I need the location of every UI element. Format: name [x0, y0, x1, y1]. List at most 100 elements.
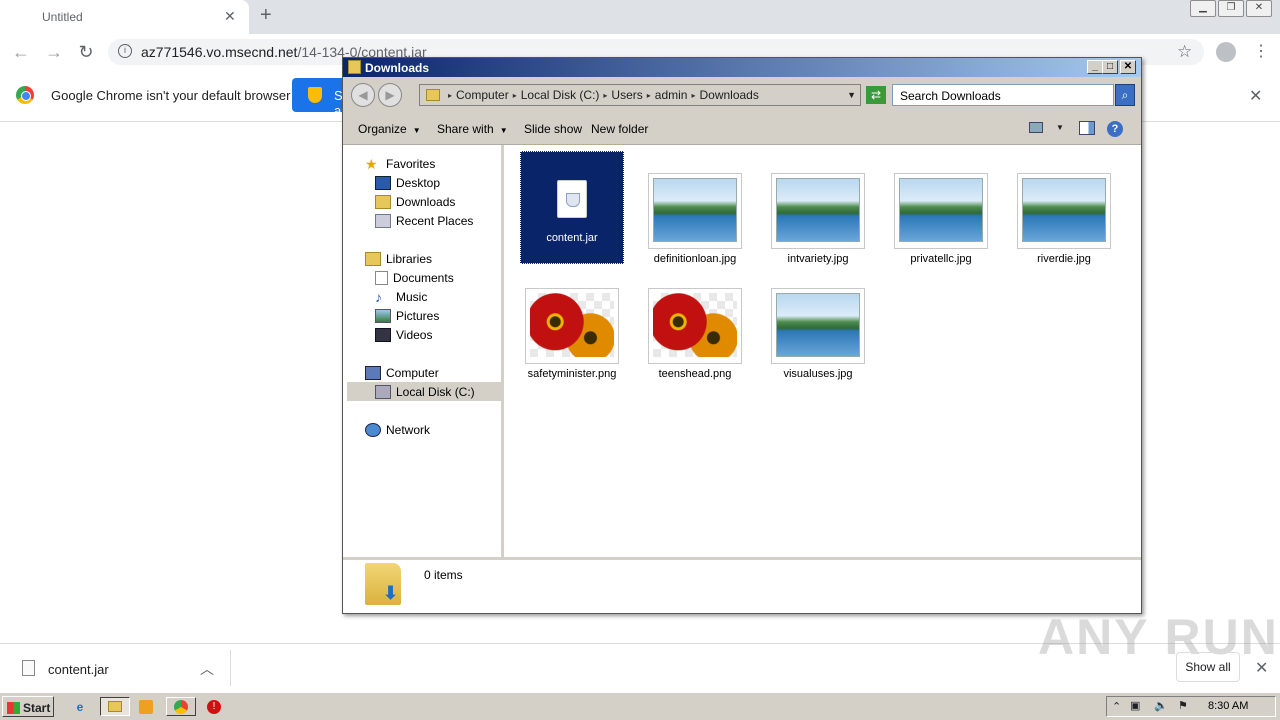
nav-computer[interactable]: Computer — [365, 363, 515, 382]
network-tray-icon[interactable]: ▣ — [1130, 699, 1140, 712]
breadcrumb-local-disk[interactable]: Local Disk (C:) — [521, 88, 600, 102]
nav-libraries[interactable]: Libraries — [365, 249, 515, 268]
nav-music[interactable]: ♪ Music — [375, 287, 525, 306]
chevron-right-icon[interactable]: ▸ — [448, 91, 452, 100]
back-arrow-icon[interactable]: ◀ — [351, 83, 375, 107]
chevron-down-icon[interactable]: ▼ — [1056, 123, 1064, 132]
documents-icon — [375, 270, 388, 285]
breadcrumb-computer[interactable]: Computer — [456, 88, 509, 102]
image-thumbnail — [525, 288, 619, 364]
landscape-image — [653, 178, 737, 242]
site-info-icon[interactable]: i — [118, 44, 132, 58]
chrome-logo-icon — [16, 86, 34, 104]
address-breadcrumb[interactable]: ▸ Computer ▸ Local Disk (C:) ▸ Users ▸ a… — [419, 84, 861, 106]
stop-icon[interactable]: ! — [204, 697, 224, 716]
new-tab-button[interactable]: + — [260, 4, 272, 27]
chevron-down-icon: ▼ — [412, 126, 421, 135]
landscape-image — [899, 178, 983, 242]
nav-recent-places[interactable]: Recent Places — [375, 211, 525, 230]
close-window-button[interactable]: ✕ — [1246, 0, 1272, 17]
menu-dots-icon[interactable]: ⋮ — [1253, 41, 1269, 61]
maximize-button[interactable]: □ — [1102, 60, 1118, 74]
refresh-icon[interactable]: ⇄ — [866, 86, 886, 104]
chevron-up-icon[interactable]: ︿ — [200, 659, 214, 679]
nav-label: Network — [386, 422, 431, 437]
nav-network[interactable]: Network — [365, 420, 515, 439]
tray-expand-icon[interactable]: ⌃ — [1112, 700, 1121, 713]
restore-button[interactable]: ❐ — [1218, 0, 1244, 17]
share-with-button[interactable]: Share with ▼ — [437, 122, 508, 136]
reload-icon[interactable]: ↻ — [75, 42, 97, 63]
infobar-text: Google Chrome isn't your default browser — [51, 88, 291, 103]
breadcrumb-users[interactable]: Users — [611, 88, 642, 102]
ie-icon[interactable]: e — [70, 697, 90, 716]
tab-untitled[interactable] — [0, 0, 249, 34]
download-item-name[interactable]: content.jar — [48, 662, 109, 677]
clock[interactable]: 8:30 AM — [1208, 700, 1248, 712]
image-thumbnail — [648, 173, 742, 249]
file-item-teenshead[interactable]: teenshead.png — [643, 288, 747, 380]
explorer-taskbar-icon[interactable] — [100, 697, 130, 716]
nav-label: Favorites — [386, 156, 436, 171]
back-arrow-icon[interactable]: ← — [10, 42, 32, 63]
nav-documents[interactable]: Documents — [375, 268, 525, 287]
breadcrumb-admin[interactable]: admin — [655, 88, 688, 102]
image-thumbnail — [1017, 173, 1111, 249]
search-icon[interactable]: ⌕ — [1115, 84, 1135, 106]
chevron-right-icon[interactable]: ▸ — [691, 91, 695, 100]
chevron-right-icon[interactable]: ▸ — [513, 91, 517, 100]
file-name: riverdie.jpg — [1037, 253, 1091, 265]
search-input[interactable]: Search Downloads — [892, 84, 1114, 106]
forward-arrow-icon[interactable]: ▶ — [378, 83, 402, 107]
image-thumbnail — [894, 173, 988, 249]
file-item-riverdie[interactable]: riverdie.jpg — [1012, 173, 1116, 265]
new-folder-button[interactable]: New folder — [591, 122, 648, 136]
nav-downloads[interactable]: Downloads — [375, 192, 525, 211]
help-icon[interactable]: ? — [1107, 121, 1123, 137]
file-item-definitionloan[interactable]: definitionloan.jpg — [643, 173, 747, 265]
pictures-icon — [375, 308, 391, 323]
computer-icon — [365, 365, 381, 380]
preview-pane-icon[interactable] — [1079, 121, 1095, 135]
chevron-right-icon[interactable]: ▸ — [647, 91, 651, 100]
file-item-safetyminister[interactable]: safetyminister.png — [520, 288, 624, 380]
file-item-content-jar[interactable]: content.jar — [520, 151, 624, 264]
slide-show-button[interactable]: Slide show — [524, 122, 582, 136]
organize-button[interactable]: Organize ▼ — [358, 122, 421, 136]
bookmark-star-icon[interactable]: ☆ — [1177, 42, 1192, 62]
start-button[interactable]: Start — [2, 696, 54, 717]
file-name: teenshead.png — [658, 368, 732, 380]
media-icon — [139, 699, 153, 714]
nav-videos[interactable]: Videos — [375, 325, 525, 344]
nav-favorites[interactable]: ★ Favorites — [365, 154, 515, 173]
nav-desktop[interactable]: Desktop — [375, 173, 525, 192]
forward-arrow-icon[interactable]: → — [43, 42, 65, 63]
chrome-icon — [174, 699, 188, 714]
nav-pictures[interactable]: Pictures — [375, 306, 525, 325]
folder-icon — [108, 701, 122, 712]
minimize-button[interactable]: _ — [1087, 60, 1103, 74]
file-item-intvariety[interactable]: intvariety.jpg — [766, 173, 870, 265]
infobar-close-icon[interactable]: ✕ — [1249, 86, 1262, 106]
minimize-button[interactable]: ▁ — [1190, 0, 1216, 17]
chrome-taskbar-icon[interactable] — [166, 697, 196, 716]
selected-file: content.jar — [520, 151, 624, 264]
download-arrow-icon: ⬇ — [383, 583, 399, 603]
shelf-close-icon[interactable]: ✕ — [1255, 658, 1268, 678]
breadcrumb-downloads[interactable]: Downloads — [699, 88, 758, 102]
chevron-right-icon[interactable]: ▸ — [603, 91, 607, 100]
media-player-icon[interactable] — [136, 697, 156, 716]
view-icon[interactable] — [1029, 122, 1043, 133]
file-item-privatellc[interactable]: privatellc.jpg — [889, 173, 993, 265]
image-thumbnail — [648, 288, 742, 364]
volume-icon[interactable]: 🔈 — [1154, 699, 1168, 712]
file-item-visualuses[interactable]: visualuses.jpg — [766, 288, 870, 380]
close-button[interactable]: ✕ — [1120, 60, 1136, 74]
profile-avatar-icon[interactable] — [1216, 42, 1236, 62]
explorer-titlebar[interactable] — [343, 58, 1141, 77]
chevron-down-icon[interactable]: ▼ — [847, 90, 860, 100]
tab-close-icon[interactable]: ✕ — [224, 8, 236, 25]
show-all-button[interactable]: Show all — [1176, 652, 1240, 682]
action-center-flag-icon[interactable]: ⚑ — [1178, 699, 1188, 712]
nav-local-disk[interactable]: Local Disk (C:) — [347, 382, 503, 401]
